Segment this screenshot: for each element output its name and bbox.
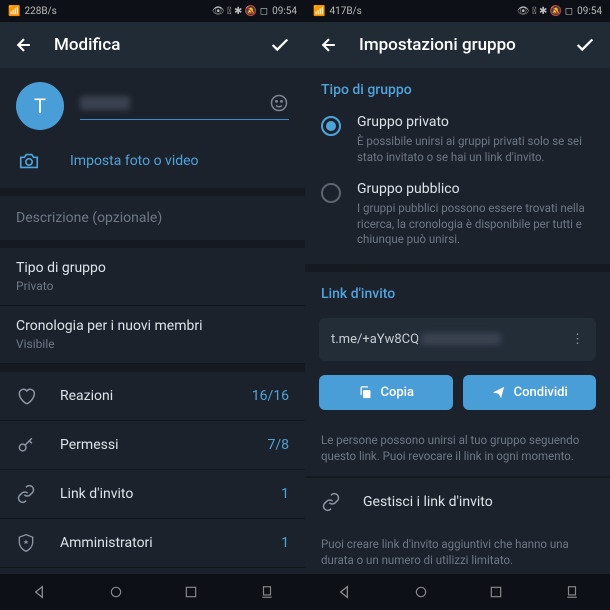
signal-icon: 📶: [313, 6, 325, 17]
done-icon[interactable]: [574, 34, 596, 56]
camera-icon: [18, 150, 40, 172]
radio-unchecked-icon: [321, 183, 341, 203]
nav-back-icon[interactable]: [31, 584, 47, 600]
admins-row[interactable]: Amministratori 1: [0, 519, 305, 568]
radio-checked-icon: [321, 116, 341, 136]
done-icon[interactable]: [269, 34, 291, 56]
set-photo-link[interactable]: Imposta foto o video: [0, 138, 305, 188]
permissions-row[interactable]: Permessi 7/8: [0, 421, 305, 470]
android-nav-bar: [0, 574, 305, 610]
copy-button[interactable]: Copia: [319, 375, 453, 410]
invite-link-box[interactable]: t.me/+aYw8CQ ⋮: [319, 318, 596, 361]
manage-hint: Puoi creare link d'invito aggiuntivi che…: [305, 526, 610, 574]
header: Modifica: [0, 22, 305, 68]
android-nav-bar: [305, 574, 610, 610]
more-icon[interactable]: ⋮: [571, 332, 584, 347]
emoji-icon[interactable]: [269, 93, 289, 113]
section-group-type: Tipo di gruppo: [305, 68, 610, 106]
invite-link-text: t.me/+aYw8CQ: [331, 332, 419, 347]
reactions-row[interactable]: Reazioni 16/16: [0, 372, 305, 421]
link-icon: [16, 484, 36, 504]
manage-invite-links[interactable]: Gestisci i link d'invito: [305, 478, 610, 526]
nav-extra-icon[interactable]: [565, 585, 579, 599]
share-button[interactable]: Condividi: [463, 375, 597, 410]
link-icon: [321, 492, 341, 512]
status-icons: 👁 ⃠ ✱ 🔕 ◻: [212, 6, 268, 17]
copy-icon: [358, 385, 373, 400]
group-name-redacted: [80, 96, 130, 110]
group-avatar[interactable]: T: [16, 82, 64, 130]
group-name-input[interactable]: [80, 93, 289, 120]
nav-home-icon[interactable]: [414, 585, 428, 599]
net-speed: 417B/s: [329, 6, 361, 17]
section-invite-link: Link d'invito: [305, 272, 610, 310]
signal-icon: 📶: [8, 6, 20, 17]
heart-icon: [16, 386, 36, 406]
private-group-option[interactable]: Gruppo privato È possibile unirsi ai gru…: [305, 106, 610, 173]
nav-recent-icon[interactable]: [184, 585, 198, 599]
invite-hint: Le persone possono unirsi al tuo gruppo …: [305, 422, 610, 476]
description-input[interactable]: Descrizione (opzionale): [0, 196, 305, 240]
edit-group-screen: 📶 228B/s 👁 ⃠ ✱ 🔕 ◻ 09:54 Modifica T: [0, 0, 305, 610]
page-title: Modifica: [54, 35, 249, 55]
back-icon[interactable]: [319, 35, 339, 55]
status-bar: 📶 228B/s 👁 ⃠ ✱ 🔕 ◻ 09:54: [0, 0, 305, 22]
shield-star-icon: [16, 533, 36, 553]
invite-link-row[interactable]: Link d'invito 1: [0, 470, 305, 519]
history-row[interactable]: Cronologia per i nuovi membri Visibile: [0, 306, 305, 364]
status-icons: 👁 ⃠ ✱ 🔕 ◻: [517, 6, 573, 17]
net-speed: 228B/s: [24, 6, 56, 17]
group-settings-screen: 📶 417B/s 👁 ⃠ ✱ 🔕 ◻ 09:54 Impostazioni gr…: [305, 0, 610, 610]
public-group-option[interactable]: Gruppo pubblico I gruppi pubblici posson…: [305, 173, 610, 264]
back-icon[interactable]: [14, 35, 34, 55]
nav-home-icon[interactable]: [109, 585, 123, 599]
invite-link-redacted: [421, 333, 501, 345]
group-type-row[interactable]: Tipo di gruppo Privato: [0, 248, 305, 306]
clock: 09:54: [272, 6, 297, 17]
key-icon: [16, 435, 36, 455]
share-icon: [491, 385, 506, 400]
nav-recent-icon[interactable]: [489, 585, 503, 599]
set-photo-label: Imposta foto o video: [70, 153, 199, 169]
clock: 09:54: [577, 6, 602, 17]
nav-back-icon[interactable]: [336, 584, 352, 600]
header: Impostazioni gruppo: [305, 22, 610, 68]
page-title: Impostazioni gruppo: [359, 35, 554, 55]
nav-extra-icon[interactable]: [260, 585, 274, 599]
status-bar: 📶 417B/s 👁 ⃠ ✱ 🔕 ◻ 09:54: [305, 0, 610, 22]
